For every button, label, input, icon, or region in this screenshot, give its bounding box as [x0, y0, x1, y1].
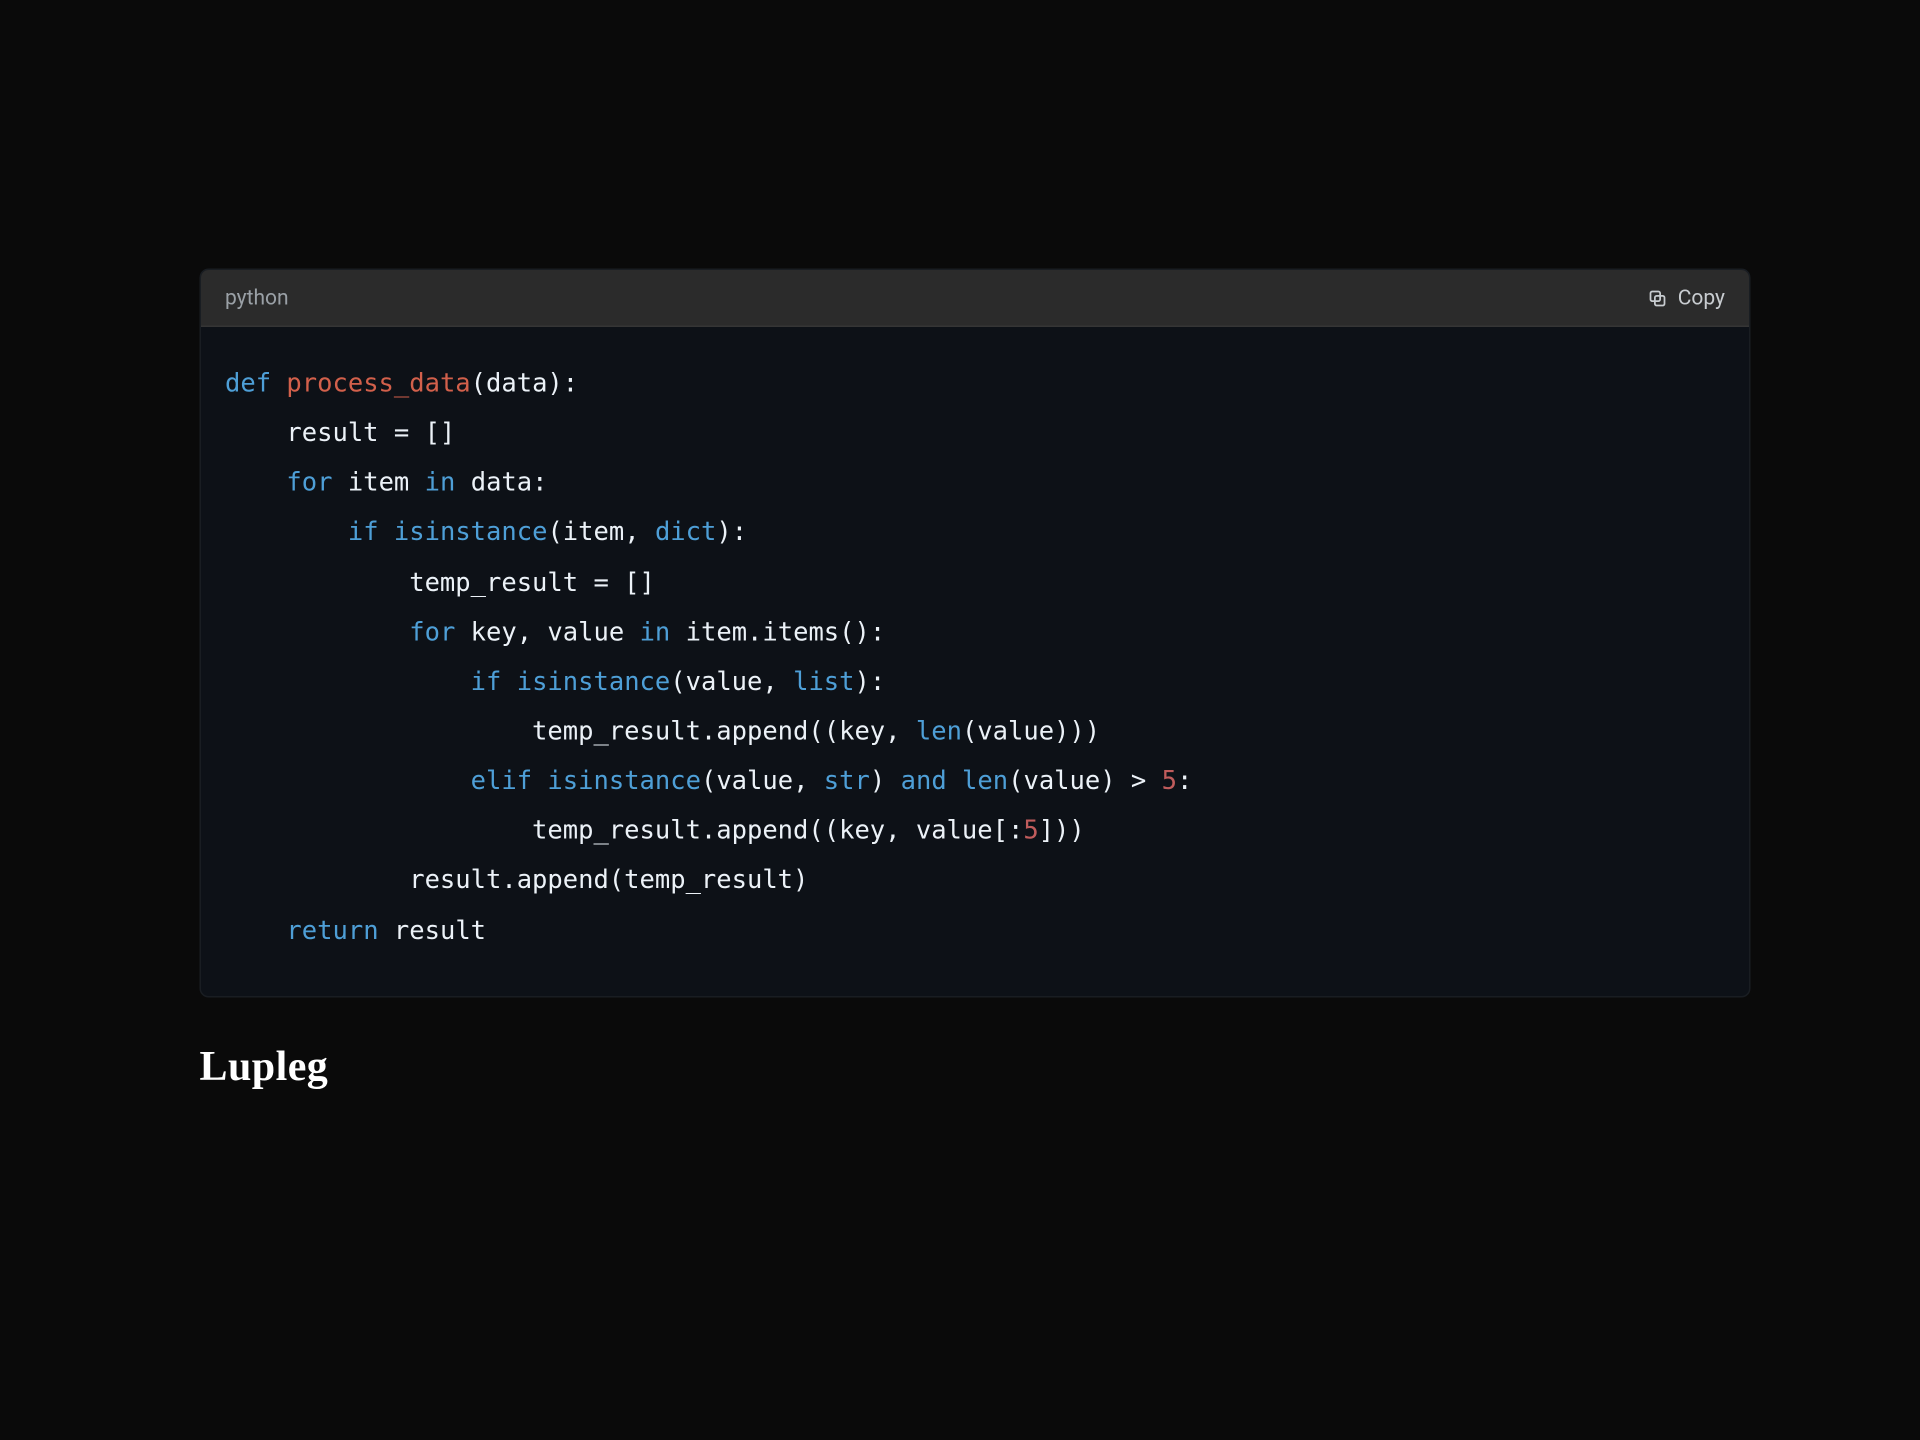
copy-icon	[1648, 287, 1669, 308]
code-block-body: def process_data(data): result = [] for …	[201, 327, 1749, 996]
code-block-header: python Copy	[201, 270, 1749, 327]
code-block: python Copy def process_data(data): resu…	[200, 269, 1751, 998]
copy-button-label: Copy	[1678, 286, 1725, 310]
caption-text: Lupleg	[200, 1044, 329, 1092]
copy-button[interactable]: Copy	[1648, 286, 1725, 310]
code-language-label: python	[225, 286, 289, 310]
code-content: def process_data(data): result = [] for …	[225, 360, 1725, 957]
